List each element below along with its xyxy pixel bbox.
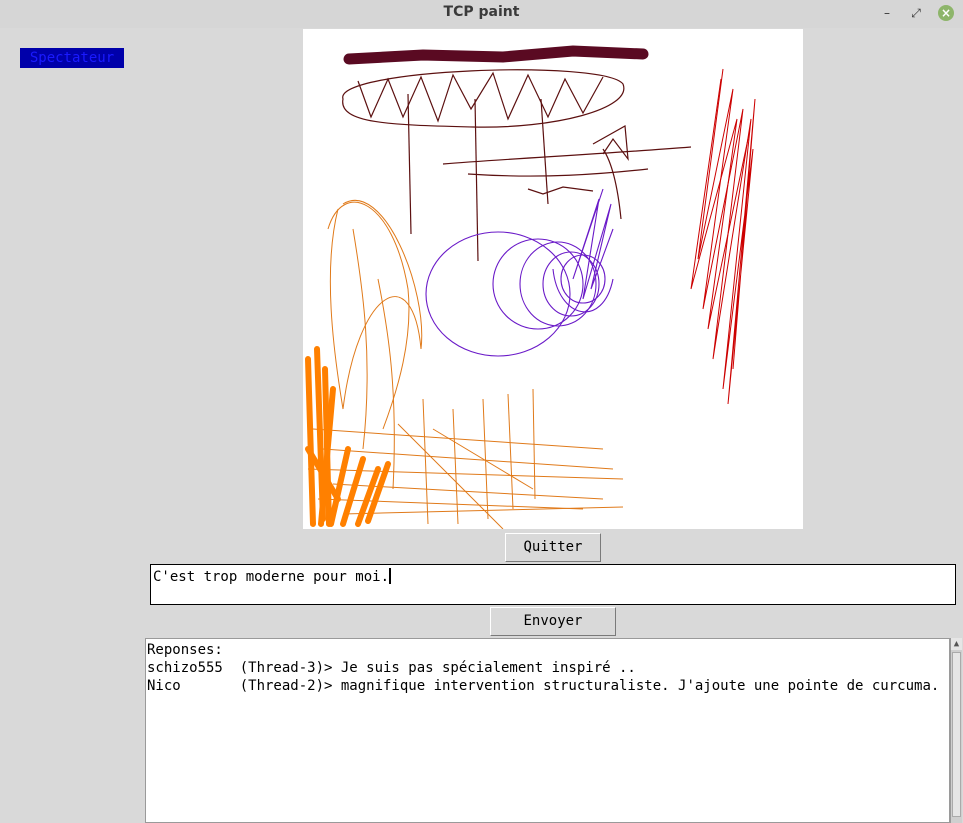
message-input-text: C'est trop moderne pour moi.	[153, 569, 390, 585]
close-icon[interactable]: ×	[938, 5, 954, 21]
drawing-canvas[interactable]	[303, 29, 803, 530]
responses-scrollbar[interactable]: ▲	[950, 638, 962, 823]
responses-header: Reponses:	[147, 642, 223, 658]
send-button[interactable]: Envoyer	[490, 607, 616, 636]
stroke-brown-group	[342, 69, 692, 262]
title-bar: TCP paint – ⤢ ×	[0, 0, 963, 28]
maximize-icon[interactable]: ⤢	[908, 5, 924, 21]
scroll-up-icon[interactable]: ▲	[951, 638, 962, 650]
stroke-orange-heavy-group	[305, 346, 391, 527]
scrollbar-thumb[interactable]	[952, 652, 961, 817]
response-line: Nico (Thread-2)> magnifique intervention…	[147, 678, 940, 694]
quit-button[interactable]: Quitter	[505, 533, 601, 562]
minimize-icon[interactable]: –	[879, 5, 895, 21]
stroke-purple-group	[425, 188, 614, 357]
app-window: TCP paint – ⤢ × Spectateur Quitter C'est…	[0, 0, 963, 823]
window-title: TCP paint	[443, 4, 520, 20]
mode-badge: Spectateur	[20, 48, 124, 68]
responses-panel[interactable]: Reponses: schizo555 (Thread-3)> Je suis …	[145, 638, 950, 823]
message-input[interactable]: C'est trop moderne pour moi.	[150, 564, 956, 605]
drawing-strokes[interactable]	[303, 29, 803, 530]
text-caret	[389, 568, 392, 584]
stroke-red-group	[690, 68, 756, 405]
stroke-maroon-bar	[343, 45, 649, 65]
response-line: schizo555 (Thread-3)> Je suis pas spécia…	[147, 660, 636, 676]
